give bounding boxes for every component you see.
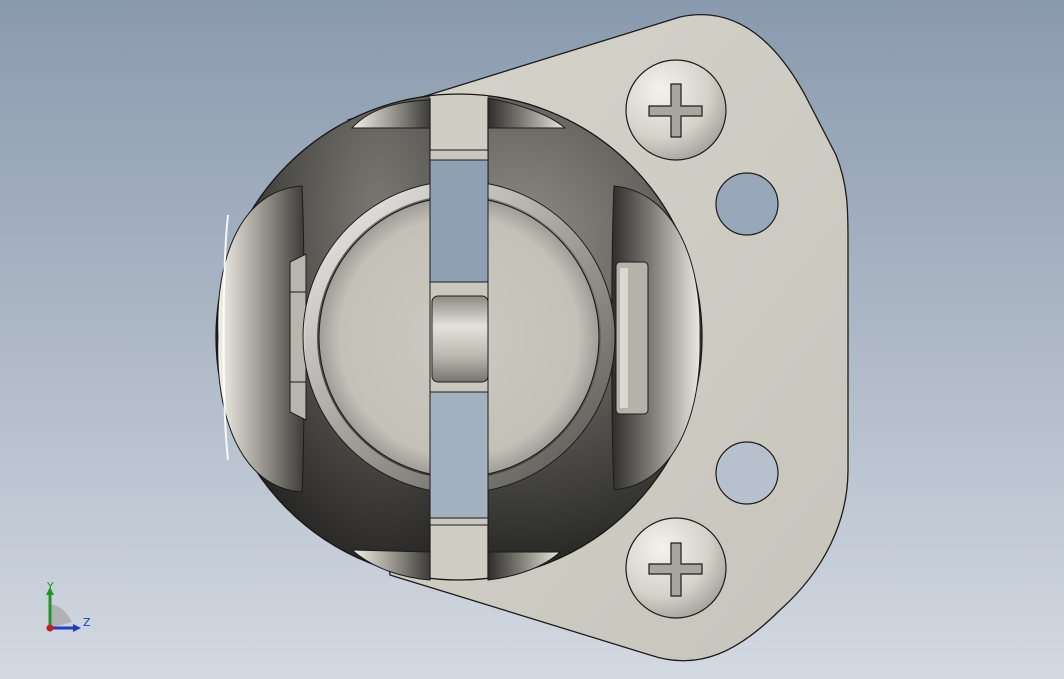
axis-y-label: Y (47, 580, 54, 593)
mount-hole-lower (715, 441, 779, 505)
mount-hole-upper (715, 172, 779, 236)
3d-model-viewport[interactable]: Y Z (0, 0, 1064, 679)
axis-z-label: Z (83, 616, 91, 629)
screw-lower[interactable] (625, 517, 727, 619)
model-scene[interactable] (0, 0, 1064, 679)
screw-upper[interactable] (625, 59, 727, 161)
center-shaft (431, 295, 489, 383)
orientation-triad: Y Z (38, 578, 98, 638)
